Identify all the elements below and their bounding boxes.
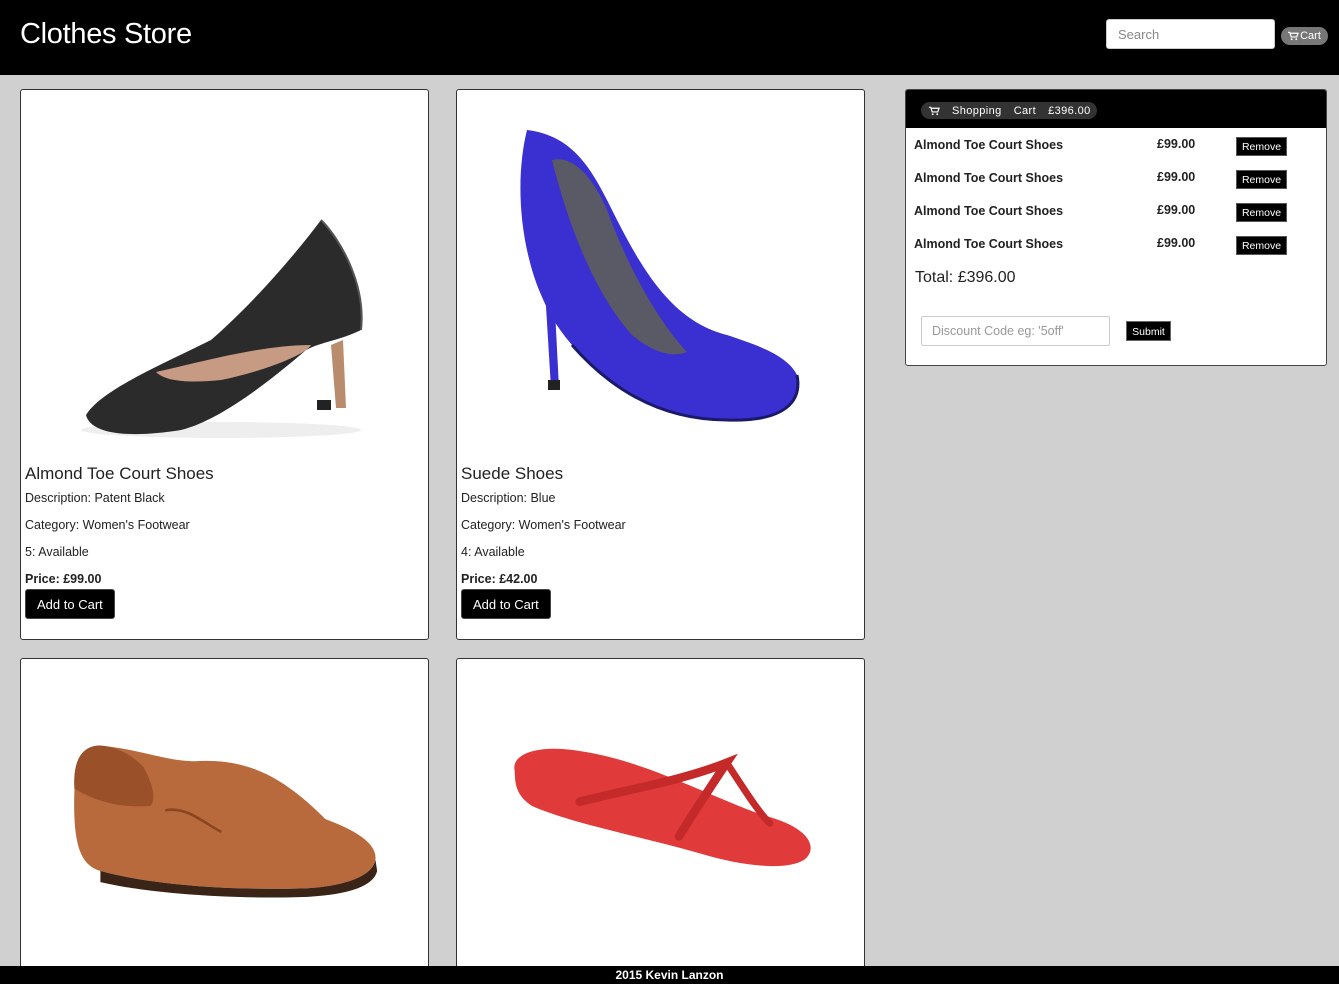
cart-heading-amount: £396.00 — [1048, 104, 1091, 117]
shopping-cart-panel: Shopping Cart £396.00 Almond Toe Court S… — [905, 89, 1327, 366]
cart-item-name: Almond Toe Court Shoes — [914, 204, 1064, 218]
search-input[interactable] — [1106, 19, 1275, 49]
brand-title[interactable]: Clothes Store — [20, 18, 192, 51]
product-title[interactable]: Almond Toe Court Shoes — [25, 462, 424, 488]
submit-discount-button[interactable]: Submit — [1126, 321, 1171, 341]
top-navbar: Clothes Store Cart — [0, 0, 1339, 75]
cart-item-row: Almond Toe Court Shoes £99.00 Remove — [914, 135, 1314, 157]
product-price: Price: £99.00 — [25, 572, 102, 586]
product-card: Almond Toe Court Shoes Description: Pate… — [20, 89, 429, 640]
cart-total: Total: £396.00 — [915, 269, 1016, 286]
footer: 2015 Kevin Lanzon — [0, 966, 1339, 984]
cart-item-price: £99.00 — [1157, 170, 1196, 184]
remove-button[interactable]: Remove — [1236, 236, 1287, 255]
cart-item-row: Almond Toe Court Shoes £99.00 Remove — [914, 201, 1314, 223]
cart-item-row: Almond Toe Court Shoes £99.00 Remove — [914, 234, 1314, 256]
cart-button[interactable]: Cart — [1281, 27, 1328, 45]
product-card: Suede Shoes Description: Blue Category: … — [456, 89, 865, 640]
cart-heading-word1: Shopping — [952, 104, 1002, 117]
shopping-cart-icon — [1288, 31, 1300, 41]
footer-text: 2015 Kevin Lanzon — [615, 968, 724, 982]
cart-item-name: Almond Toe Court Shoes — [914, 237, 1064, 251]
product-title[interactable]: Suede Shoes — [461, 462, 860, 488]
product-category: Category: Women's Footwear — [461, 518, 626, 532]
red-flip-flop-image — [514, 748, 811, 867]
product-card — [20, 658, 429, 978]
cart-heading-word2: Cart — [1013, 104, 1037, 117]
blue-suede-shoe-image — [520, 130, 800, 422]
black-court-shoe-image — [81, 219, 363, 438]
add-to-cart-button[interactable]: Add to Cart — [25, 589, 115, 619]
product-card — [456, 658, 865, 978]
remove-button[interactable]: Remove — [1236, 137, 1287, 156]
product-price: Price: £42.00 — [461, 572, 538, 586]
cart-item-price: £99.00 — [1157, 137, 1196, 151]
cart-header: Shopping Cart £396.00 — [906, 90, 1326, 128]
add-to-cart-button[interactable]: Add to Cart — [461, 589, 551, 619]
remove-button[interactable]: Remove — [1236, 170, 1287, 189]
cart-item-name: Almond Toe Court Shoes — [914, 138, 1064, 152]
product-stock: 5: Available — [25, 545, 89, 559]
discount-code-input[interactable] — [921, 316, 1110, 346]
product-description: Description: Blue — [461, 491, 556, 505]
cart-button-label: Cart — [1300, 30, 1321, 42]
cart-item-row: Almond Toe Court Shoes £99.00 Remove — [914, 168, 1314, 190]
cart-item-price: £99.00 — [1157, 236, 1196, 250]
shopping-cart-icon — [929, 106, 940, 115]
cart-item-name: Almond Toe Court Shoes — [914, 171, 1064, 185]
product-category: Category: Women's Footwear — [25, 518, 190, 532]
product-description: Description: Patent Black — [25, 491, 165, 505]
remove-button[interactable]: Remove — [1236, 203, 1287, 222]
cart-item-price: £99.00 — [1157, 203, 1196, 217]
cart-summary-badge[interactable]: Shopping Cart £396.00 — [921, 102, 1097, 119]
brown-loafer-image — [74, 745, 378, 898]
product-stock: 4: Available — [461, 545, 525, 559]
